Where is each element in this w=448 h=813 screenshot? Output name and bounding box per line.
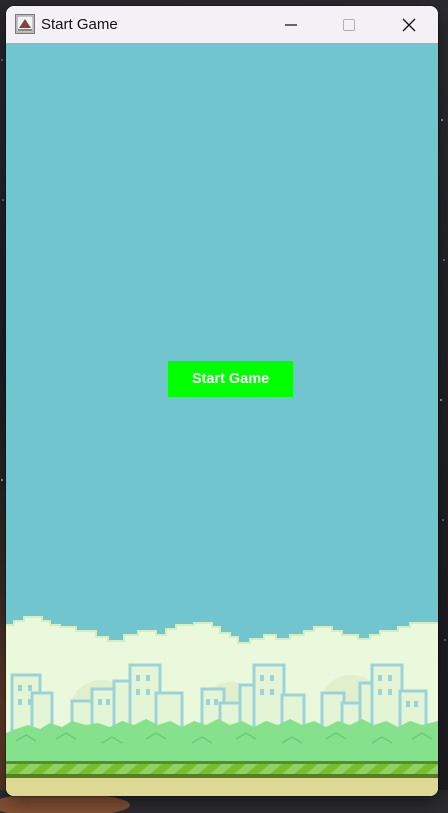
close-button[interactable]: [380, 6, 438, 43]
title-bar[interactable]: Start Game: [6, 6, 438, 43]
java-app-icon: [15, 14, 35, 34]
game-canvas[interactable]: Start Game: [6, 43, 438, 796]
maximize-button: [320, 6, 378, 43]
city-background-scenery: [6, 616, 438, 796]
maximize-icon: [343, 18, 355, 31]
minimize-icon: [285, 23, 297, 26]
app-window: Start Game Start Game: [6, 6, 438, 796]
ground-dirt: [6, 778, 438, 796]
window-title: Start Game: [41, 16, 118, 33]
green-bushes: [6, 719, 438, 763]
minimize-button[interactable]: [262, 6, 320, 43]
ground-grass-edge: [6, 761, 438, 764]
start-game-button[interactable]: Start Game: [168, 361, 293, 397]
close-icon: [402, 18, 416, 31]
